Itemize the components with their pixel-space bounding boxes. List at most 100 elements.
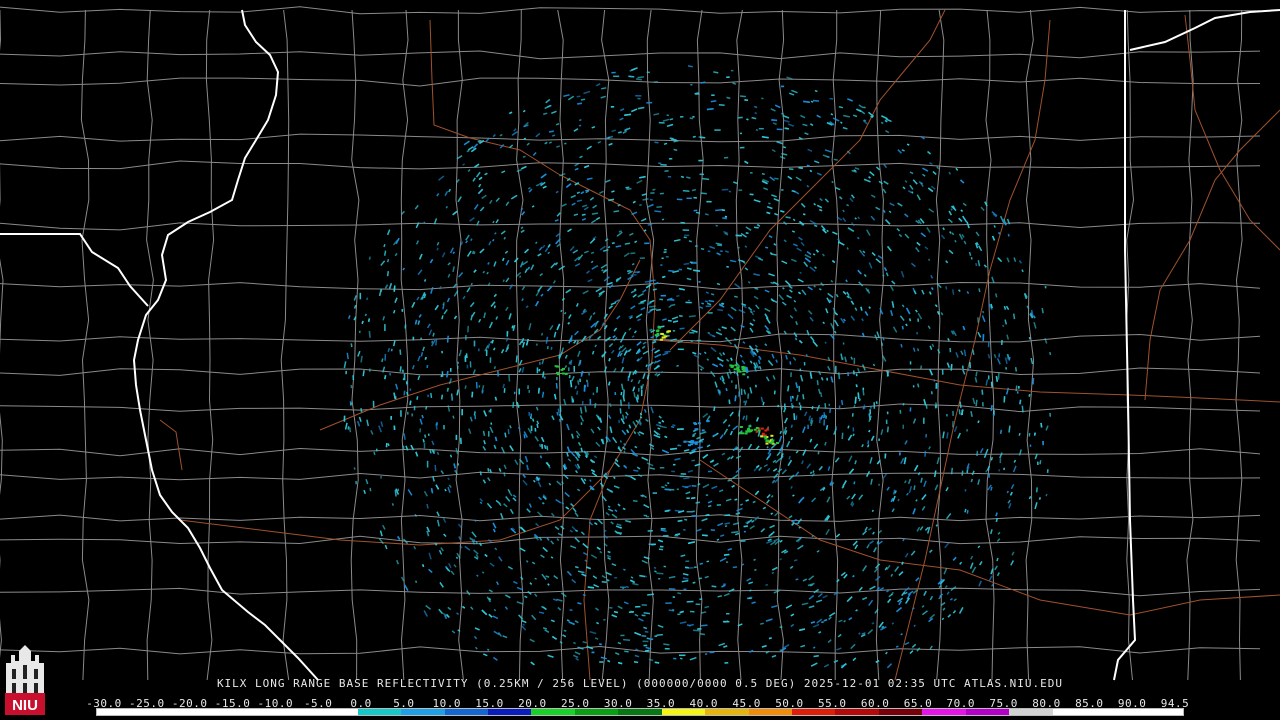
echo-pixel [754, 490, 760, 496]
echo-pixel [652, 188, 656, 191]
echo-pixel [363, 489, 367, 495]
echo-pixel [932, 170, 937, 175]
echo-pixel [505, 337, 510, 342]
echo-pixel [724, 522, 730, 525]
echo-pixel [448, 188, 452, 193]
echo-pixel [852, 114, 858, 118]
echo-pixel [751, 312, 755, 316]
echo-pixel [875, 660, 880, 663]
echo-pixel [489, 340, 493, 344]
echo-pixel [574, 512, 579, 517]
echo-pixel [1032, 315, 1036, 319]
echo-pixel [826, 229, 829, 233]
echo-pixel [407, 489, 413, 496]
echo-pixel [458, 272, 464, 278]
echo-pixel [966, 221, 970, 229]
echo-pixel [630, 576, 634, 579]
echo-pixel [649, 467, 655, 470]
echo-pixel [765, 317, 771, 324]
echo-pixel [869, 171, 875, 177]
echo-pixel [535, 241, 538, 245]
echo-pixel [754, 384, 757, 388]
echo-pixel [616, 231, 623, 237]
echo-pixel [731, 530, 739, 534]
echo-pixel [727, 313, 734, 320]
echo-pixel [741, 563, 745, 566]
echo-pixel [1018, 432, 1021, 436]
echo-pixel [869, 540, 874, 545]
echo-pixel [862, 389, 865, 396]
echo-pixel [977, 420, 980, 424]
echo-pixel [880, 429, 884, 435]
echo-pixel [347, 315, 351, 320]
echo-pixel [796, 522, 800, 525]
echo-pixel [665, 488, 672, 491]
echo-pixel [1039, 460, 1042, 465]
echo-pixel [916, 647, 921, 652]
echo-pixel [654, 349, 660, 354]
echo-pixel [563, 311, 567, 315]
echo-pixel [769, 176, 776, 182]
echo-pixel [679, 327, 685, 330]
echo-pixel [642, 373, 646, 380]
echo-pixel [1014, 367, 1018, 372]
echo-pixel [764, 343, 768, 347]
echo-pixel [936, 457, 940, 465]
echo-pixel [547, 243, 551, 248]
echo-pixel [418, 253, 423, 260]
echo-pixel [985, 379, 989, 386]
echo-pixel [890, 573, 894, 577]
echo-pixel [646, 462, 654, 467]
echo-pixel [482, 270, 486, 274]
echo-pixel [471, 250, 475, 255]
echo-pixel [810, 621, 816, 624]
echo-pixel [814, 266, 817, 269]
echo-pixel [791, 395, 794, 399]
echo-pixel [590, 219, 597, 224]
echo-pixel [831, 180, 834, 184]
echo-pixel [802, 123, 808, 127]
echo-pixel [514, 459, 519, 466]
echo-pixel [527, 186, 531, 190]
echo-pixel [551, 110, 557, 115]
echo-pixel [382, 524, 386, 530]
echo-pixel [798, 166, 803, 169]
echo-pixel [538, 496, 542, 501]
echo-pixel [554, 262, 559, 266]
echo-pixel [755, 348, 759, 353]
echo-pixel [546, 285, 553, 292]
echo-pixel [723, 553, 730, 556]
echo-core [693, 422, 697, 425]
echo-pixel [607, 550, 611, 554]
echo-pixel [813, 202, 816, 206]
echo-pixel [508, 491, 513, 497]
echo-pixel [633, 288, 637, 291]
echo-pixel [616, 315, 621, 320]
echo-pixel [638, 431, 645, 435]
echo-pixel [958, 409, 961, 415]
echo-pixel [576, 95, 581, 98]
echo-pixel [904, 213, 909, 218]
echo-pixel [637, 76, 644, 79]
echo-pixel [766, 211, 771, 215]
echo-pixel [911, 643, 917, 648]
echo-pixel [762, 506, 767, 510]
echo-pixel [797, 291, 802, 295]
echo-pixel [569, 245, 575, 252]
echo-pixel [683, 262, 690, 266]
echo-pixel [891, 301, 895, 308]
echo-pixel [573, 340, 577, 344]
echo-pixel [538, 368, 541, 372]
echo-pixel [645, 364, 648, 368]
echo-pixel [732, 425, 739, 431]
echo-pixel [608, 358, 611, 362]
echo-pixel [649, 308, 657, 311]
echo-pixel [737, 246, 740, 249]
echo-pixel [494, 436, 498, 442]
echo-pixel [699, 306, 704, 309]
echo-pixel [522, 479, 528, 486]
echo-pixel [837, 372, 841, 380]
echo-pixel [745, 415, 748, 421]
echo-pixel [795, 394, 799, 402]
echo-pixel [547, 251, 551, 255]
